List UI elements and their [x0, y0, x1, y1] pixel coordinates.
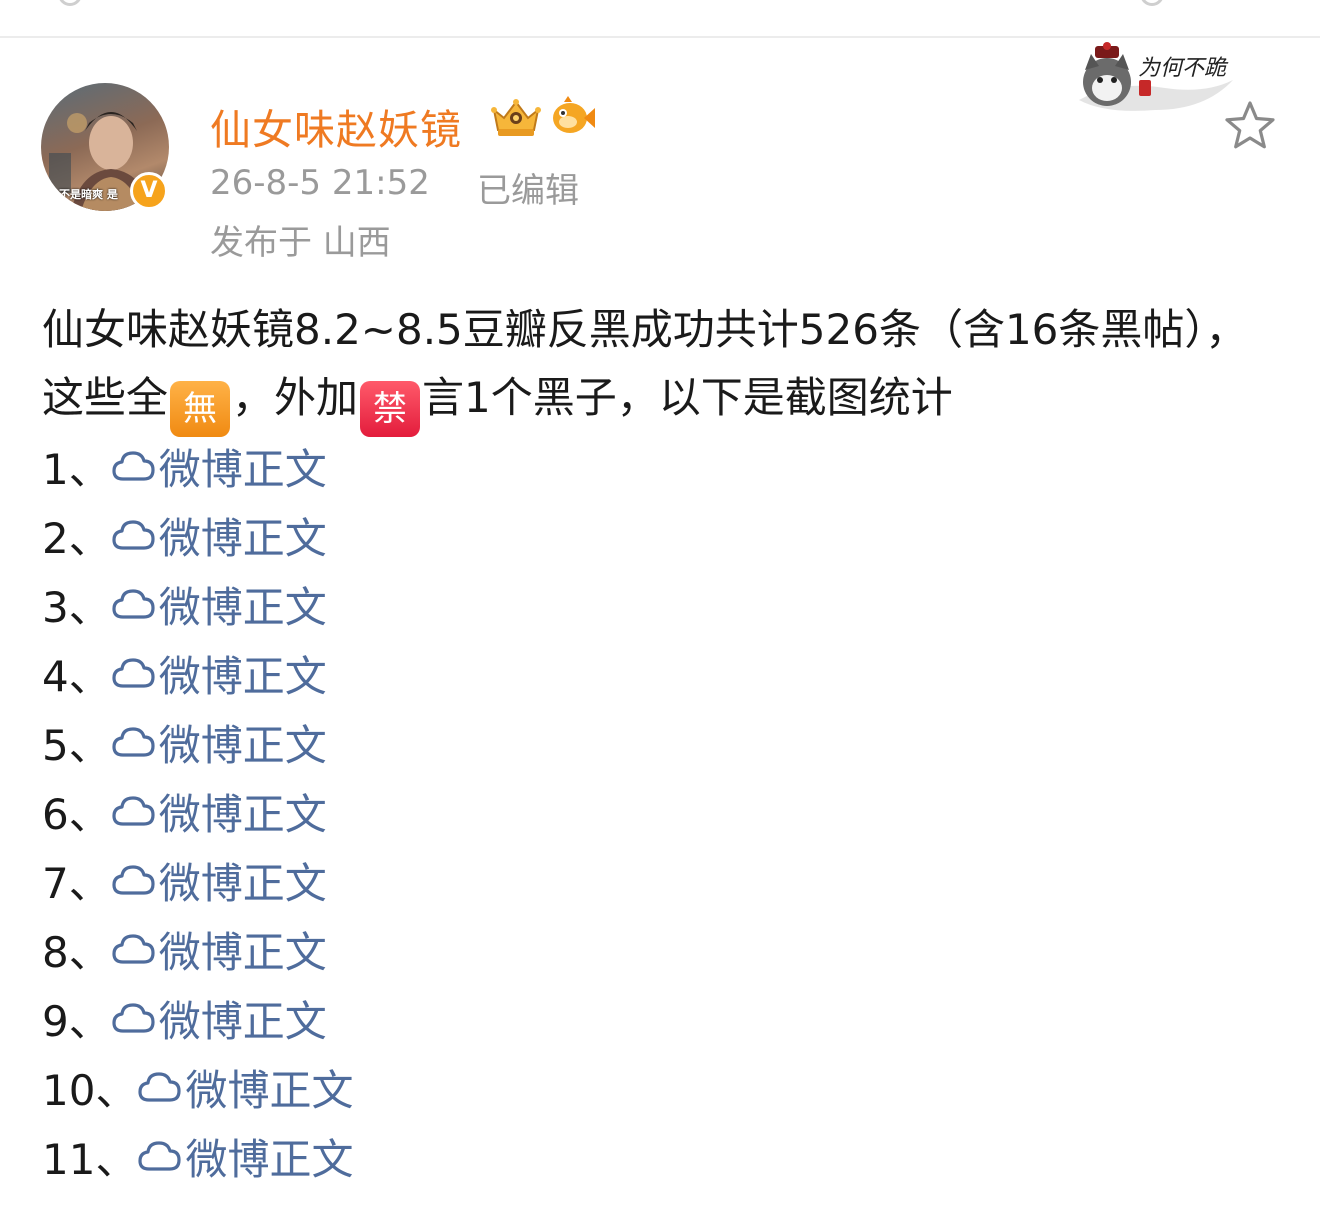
link-label[interactable]: 微博正文: [159, 850, 327, 911]
username[interactable]: 仙女味赵妖镜: [210, 96, 462, 156]
post-text: 言1个黑子，以下是截图统计: [422, 373, 953, 422]
list-index: 6、: [42, 790, 111, 839]
list-index: 9、: [42, 997, 111, 1046]
link-label[interactable]: 微博正文: [159, 574, 327, 635]
weibo-link[interactable]: 微博正文: [111, 436, 327, 497]
link-label[interactable]: 微博正文: [159, 988, 327, 1049]
back-icon[interactable]: [58, 0, 82, 6]
weibo-link[interactable]: 微博正文: [111, 850, 327, 911]
link-label[interactable]: 微博正文: [159, 436, 327, 497]
weibo-link[interactable]: 微博正文: [137, 1126, 353, 1187]
list-index: 2、: [42, 514, 111, 563]
weibo-link[interactable]: 微博正文: [111, 988, 327, 1049]
weibo-link[interactable]: 微博正文: [111, 781, 327, 842]
weibo-link[interactable]: 微博正文: [111, 574, 327, 635]
weibo-link[interactable]: 微博正文: [137, 1057, 353, 1118]
list-item: 11、 微博正文: [42, 1122, 353, 1191]
list-index: 11、: [42, 1135, 138, 1184]
post-content: 仙女味赵妖镜8.2~8.5豆瓣反黑成功共计526条（含16条黑帖），这些全無，外…: [42, 296, 1282, 437]
list-index: 3、: [42, 583, 111, 632]
weibo-link[interactable]: 微博正文: [111, 919, 327, 980]
list-item: 6、 微博正文: [42, 777, 353, 846]
list-item: 3、 微博正文: [42, 570, 353, 639]
list-item: 1、 微博正文: [42, 432, 353, 501]
list-item: 10、 微博正文: [42, 1053, 353, 1122]
link-cloud-icon: [138, 1071, 182, 1102]
list-item: 4、 微博正文: [42, 639, 353, 708]
post-location: 发布于 山西: [210, 223, 391, 263]
list-item: 9、 微博正文: [42, 984, 353, 1053]
post-text: ，外加: [232, 373, 359, 422]
more-icon[interactable]: [1140, 0, 1164, 6]
link-label[interactable]: 微博正文: [185, 1126, 353, 1187]
divider: [0, 36, 1320, 38]
link-cloud-icon: [112, 933, 155, 964]
link-cloud-icon: [112, 588, 155, 619]
wu-emoji-icon: 無: [170, 381, 231, 437]
star-icon[interactable]: [1222, 98, 1278, 154]
list-index: 1、: [42, 445, 111, 494]
list-index: 4、: [42, 652, 111, 701]
list-index: 7、: [42, 859, 111, 908]
crown-badge-icon[interactable]: [488, 96, 544, 140]
list-item: 7、 微博正文: [42, 846, 353, 915]
list-item: 5、 微博正文: [42, 708, 353, 777]
link-label[interactable]: 微博正文: [159, 781, 327, 842]
weibo-post-page: 不是暗爽 是 V 仙女味赵妖镜 26-8-5 21:52 已编辑 发布于 山西 …: [0, 0, 1320, 1220]
link-list: 1、 微博正文 2、 微博正文 3、 微博正文 4、 微博正文 5、 微博正文 6、 微博正文 7、 微博…: [42, 432, 353, 1191]
post-timestamp: 26-8-5 21:52: [210, 163, 430, 203]
verified-badge: V: [130, 172, 168, 210]
link-label[interactable]: 微博正文: [185, 1057, 353, 1118]
link-label[interactable]: 微博正文: [159, 919, 327, 980]
link-label[interactable]: 微博正文: [159, 643, 327, 704]
link-cloud-icon: [112, 864, 155, 895]
list-index: 10、: [42, 1066, 138, 1115]
edited-label[interactable]: 已编辑: [477, 163, 579, 212]
jin-emoji-icon: 禁: [360, 381, 421, 437]
link-cloud-icon: [112, 1002, 155, 1033]
pendant-text: 为何不跪: [1138, 56, 1227, 81]
weibo-link[interactable]: 微博正文: [111, 505, 327, 566]
weibo-link[interactable]: 微博正文: [111, 643, 327, 704]
link-label[interactable]: 微博正文: [159, 712, 327, 773]
link-label[interactable]: 微博正文: [159, 505, 327, 566]
list-index: 8、: [42, 928, 111, 977]
link-cloud-icon: [112, 657, 155, 688]
link-cloud-icon: [112, 519, 155, 550]
list-index: 5、: [42, 721, 111, 770]
link-cloud-icon: [112, 795, 155, 826]
list-item: 8、 微博正文: [42, 915, 353, 984]
link-cloud-icon: [138, 1140, 182, 1171]
fish-badge-icon[interactable]: [550, 96, 596, 138]
link-cloud-icon: [112, 726, 155, 757]
link-cloud-icon: [112, 450, 155, 481]
list-item: 2、 微博正文: [42, 501, 353, 570]
weibo-link[interactable]: 微博正文: [111, 712, 327, 773]
